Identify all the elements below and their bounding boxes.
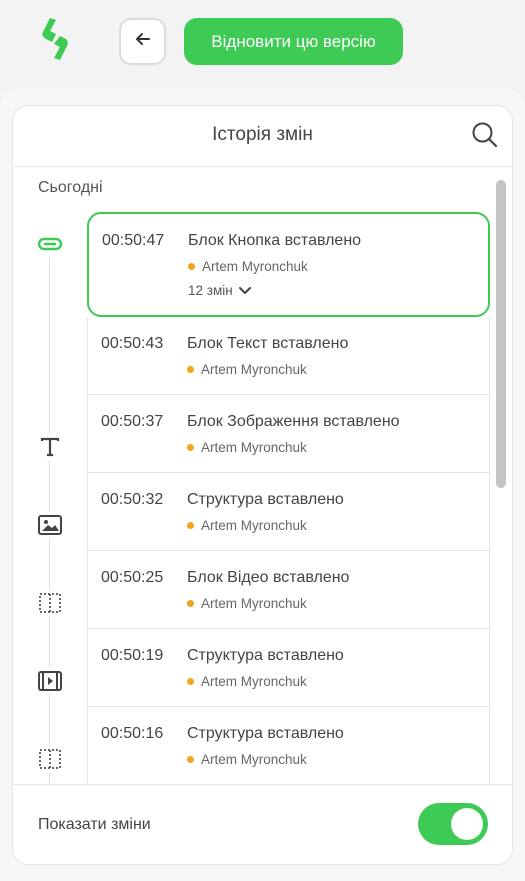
author-name: Artem Myronchuk <box>202 259 308 274</box>
history-entries: 00:50:47 Блок Кнопка вставлено Artem Myr… <box>87 212 490 785</box>
structure-icon <box>37 746 63 772</box>
text-block-icon <box>37 434 63 460</box>
entry-description: Структура вставлено <box>187 647 344 664</box>
entry-time: 00:50:32 <box>101 491 164 508</box>
lightning-logo-icon[interactable] <box>38 16 72 62</box>
entry-description: Блок Кнопка вставлено <box>188 232 362 249</box>
history-entry[interactable]: 00:50:43 Блок Текст вставлено Artem Myro… <box>87 317 490 395</box>
structure-icon <box>37 590 63 616</box>
entry-time: 00:50:37 <box>101 413 164 430</box>
scrollbar-thumb[interactable] <box>496 180 506 488</box>
entry-time: 00:50:43 <box>101 335 164 352</box>
back-button[interactable] <box>119 18 166 65</box>
author-dot <box>187 444 194 451</box>
entry-author: Artem Myronchuk <box>188 259 308 274</box>
search-button[interactable] <box>470 120 500 150</box>
author-name: Artem Myronchuk <box>201 752 307 767</box>
entry-time: 00:50:16 <box>101 725 164 742</box>
entry-description: Блок Зображення вставлено <box>187 413 400 430</box>
entry-author: Artem Myronchuk <box>187 440 307 455</box>
entry-description: Блок Відео вставлено <box>187 569 350 586</box>
changes-count: 12 змін <box>188 283 233 298</box>
search-icon <box>470 122 500 154</box>
history-list-scroll[interactable]: Сьогодні 00:50:47 Блок Кнопка вставлено <box>13 168 512 786</box>
author-dot <box>188 263 195 270</box>
entry-time: 00:50:19 <box>101 647 164 664</box>
entry-author: Artem Myronchuk <box>187 518 307 533</box>
author-name: Artem Myronchuk <box>201 674 307 689</box>
panel-header: Історія змін <box>13 106 512 167</box>
author-name: Artem Myronchuk <box>201 440 307 455</box>
author-dot <box>187 756 194 763</box>
entry-author: Artem Myronchuk <box>187 752 307 767</box>
show-changes-toggle[interactable] <box>418 803 488 845</box>
restore-version-label: Відновити цю версію <box>211 31 376 51</box>
entry-description: Структура вставлено <box>187 491 344 508</box>
history-entry[interactable]: 00:50:32 Структура вставлено Artem Myron… <box>87 473 490 551</box>
author-dot <box>187 678 194 685</box>
arrow-left-icon <box>134 30 152 53</box>
restore-version-button[interactable]: Відновити цю версію <box>184 18 403 65</box>
entry-author: Artem Myronchuk <box>187 674 307 689</box>
top-toolbar: Відновити цю версію <box>0 0 525 86</box>
section-today: Сьогодні <box>38 179 103 196</box>
author-dot <box>187 522 194 529</box>
show-changes-label: Показати зміни <box>38 816 151 833</box>
author-name: Artem Myronchuk <box>201 362 307 377</box>
button-block-icon <box>37 231 63 257</box>
entry-author: Artem Myronchuk <box>187 596 307 611</box>
toggle-knob <box>451 808 483 840</box>
video-block-icon <box>37 668 63 694</box>
chevron-down-icon <box>238 283 251 298</box>
author-dot <box>187 600 194 607</box>
entry-time: 00:50:25 <box>101 569 164 586</box>
history-entry[interactable]: 00:50:19 Структура вставлено Artem Myron… <box>87 629 490 707</box>
panel-title: Історія змін <box>212 124 313 145</box>
author-name: Artem Myronchuk <box>201 518 307 533</box>
author-name: Artem Myronchuk <box>201 596 307 611</box>
history-entry[interactable]: 00:50:25 Блок Відео вставлено Artem Myro… <box>87 551 490 629</box>
history-panel: Історія змін Сьогодні 00:50:47 Блок Кноп… <box>12 105 513 865</box>
author-dot <box>187 366 194 373</box>
entry-description: Блок Текст вставлено <box>187 335 349 352</box>
changes-toggle[interactable]: 12 змін <box>188 283 251 298</box>
history-entry[interactable]: 00:50:47 Блок Кнопка вставлено Artem Myr… <box>87 212 490 317</box>
image-block-icon <box>37 512 63 538</box>
entry-author: Artem Myronchuk <box>187 362 307 377</box>
entry-description: Структура вставлено <box>187 725 344 742</box>
panel-footer: Показати зміни <box>13 784 512 864</box>
entry-time: 00:50:47 <box>102 232 165 249</box>
history-entry[interactable]: 00:50:37 Блок Зображення вставлено Artem… <box>87 395 490 473</box>
history-entry[interactable]: 00:50:16 Структура вставлено Artem Myron… <box>87 707 490 785</box>
